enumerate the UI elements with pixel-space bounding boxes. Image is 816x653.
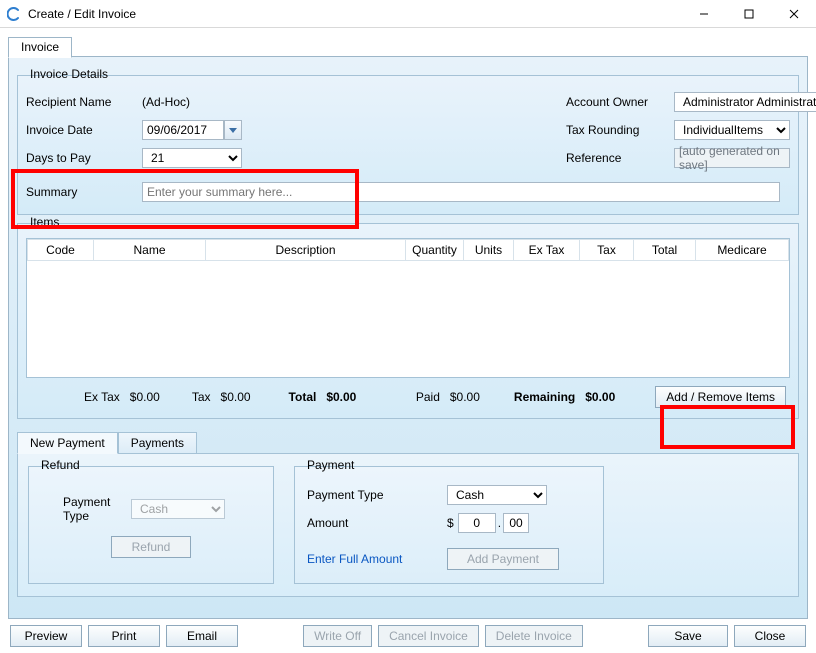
enter-full-amount-link[interactable]: Enter Full Amount bbox=[307, 552, 447, 566]
col-description[interactable]: Description bbox=[206, 240, 406, 261]
minimize-button[interactable] bbox=[681, 0, 726, 27]
save-button[interactable]: Save bbox=[648, 625, 728, 647]
payment-type-label: Payment Type bbox=[307, 488, 447, 502]
totals-row: Ex Tax $0.00 Tax $0.00 Total $0.00 Paid … bbox=[26, 378, 790, 410]
add-remove-items-button[interactable]: Add / Remove Items bbox=[655, 386, 786, 408]
invoice-details-legend: Invoice Details bbox=[26, 67, 112, 81]
paid-value: $0.00 bbox=[450, 390, 480, 404]
refund-group: Refund Payment Type Cash Refund bbox=[28, 466, 274, 584]
refund-type-label: Payment Type bbox=[41, 495, 131, 523]
maximize-button[interactable] bbox=[726, 0, 771, 27]
remaining-value: $0.00 bbox=[585, 390, 615, 404]
payment-type-select[interactable]: Cash bbox=[447, 485, 547, 505]
amount-label: Amount bbox=[307, 516, 447, 530]
maximize-icon bbox=[744, 9, 754, 19]
amount-dec-input[interactable] bbox=[503, 513, 529, 533]
window-title: Create / Edit Invoice bbox=[28, 7, 136, 21]
items-table: Code Name Description Quantity Units Ex … bbox=[26, 238, 790, 378]
add-payment-button: Add Payment bbox=[447, 548, 559, 570]
preview-button[interactable]: Preview bbox=[10, 625, 82, 647]
payment-group: Payment Payment Type Cash Amount $ . bbox=[294, 466, 604, 584]
recipient-name-value: (Ad-Hoc) bbox=[142, 95, 190, 109]
write-off-button: Write Off bbox=[303, 625, 372, 647]
tax-rounding-label: Tax Rounding bbox=[566, 123, 674, 137]
col-medicare[interactable]: Medicare bbox=[696, 240, 789, 261]
items-legend: Items bbox=[26, 215, 63, 229]
grand-total-value: $0.00 bbox=[326, 390, 356, 404]
remaining-label: Remaining bbox=[514, 390, 575, 404]
reference-label: Reference bbox=[566, 151, 674, 165]
extax-total-label: Ex Tax bbox=[84, 390, 120, 404]
grand-total-label: Total bbox=[289, 390, 317, 404]
print-button[interactable]: Print bbox=[88, 625, 160, 647]
invoice-tab-panel: Invoice Invoice Details Recipient Name (… bbox=[8, 56, 808, 619]
bottom-button-bar: Preview Print Email Write Off Cancel Inv… bbox=[8, 619, 808, 649]
delete-invoice-button: Delete Invoice bbox=[485, 625, 583, 647]
currency-symbol: $ bbox=[447, 516, 454, 530]
new-payment-panel: Refund Payment Type Cash Refund Payment bbox=[17, 453, 799, 597]
email-button[interactable]: Email bbox=[166, 625, 238, 647]
tax-rounding-select[interactable]: IndividualItems bbox=[674, 120, 790, 140]
invoice-date-input[interactable] bbox=[142, 120, 224, 140]
col-name[interactable]: Name bbox=[94, 240, 206, 261]
days-to-pay-label: Days to Pay bbox=[26, 151, 142, 165]
invoice-date-label: Invoice Date bbox=[26, 123, 142, 137]
col-extax[interactable]: Ex Tax bbox=[514, 240, 580, 261]
paid-label: Paid bbox=[416, 390, 440, 404]
chevron-down-icon bbox=[229, 128, 237, 133]
col-tax[interactable]: Tax bbox=[580, 240, 634, 261]
payment-tabs: New Payment Payments Refund Payment Type… bbox=[17, 431, 799, 597]
col-units[interactable]: Units bbox=[464, 240, 514, 261]
items-header-row: Code Name Description Quantity Units Ex … bbox=[28, 240, 789, 261]
refund-legend: Refund bbox=[37, 458, 84, 472]
summary-label: Summary bbox=[26, 185, 142, 199]
minimize-icon bbox=[699, 9, 709, 19]
amount-int-input[interactable] bbox=[458, 513, 496, 533]
account-owner-label: Account Owner bbox=[566, 95, 674, 109]
close-button[interactable] bbox=[771, 0, 816, 27]
col-code[interactable]: Code bbox=[28, 240, 94, 261]
tab-new-payment[interactable]: New Payment bbox=[17, 432, 118, 454]
refund-button: Refund bbox=[111, 536, 191, 558]
tax-total-label: Tax bbox=[192, 390, 211, 404]
invoice-details-group: Invoice Details Recipient Name (Ad-Hoc) … bbox=[17, 75, 799, 215]
titlebar: Create / Edit Invoice bbox=[0, 0, 816, 28]
close-dialog-button[interactable]: Close bbox=[734, 625, 806, 647]
tab-invoice[interactable]: Invoice bbox=[8, 37, 72, 58]
reference-field: [auto generated on save] bbox=[674, 148, 790, 168]
app-icon bbox=[6, 6, 22, 22]
refund-type-select: Cash bbox=[131, 499, 225, 519]
summary-input[interactable] bbox=[142, 182, 780, 202]
close-icon bbox=[789, 9, 799, 19]
payment-legend: Payment bbox=[303, 458, 358, 472]
extax-total-value: $0.00 bbox=[130, 390, 160, 404]
invoice-date-picker-button[interactable] bbox=[224, 120, 242, 140]
recipient-name-label: Recipient Name bbox=[26, 95, 142, 109]
items-group: Items Code Name Description Quantity Uni… bbox=[17, 223, 799, 419]
window-controls bbox=[681, 0, 816, 27]
tab-payments[interactable]: Payments bbox=[118, 432, 197, 454]
col-total[interactable]: Total bbox=[634, 240, 696, 261]
cancel-invoice-button: Cancel Invoice bbox=[378, 625, 479, 647]
tax-total-value: $0.00 bbox=[221, 390, 251, 404]
days-to-pay-select[interactable]: 21 bbox=[142, 148, 242, 168]
col-quantity[interactable]: Quantity bbox=[406, 240, 464, 261]
account-owner-select[interactable]: Administrator Administrator bbox=[674, 92, 816, 112]
